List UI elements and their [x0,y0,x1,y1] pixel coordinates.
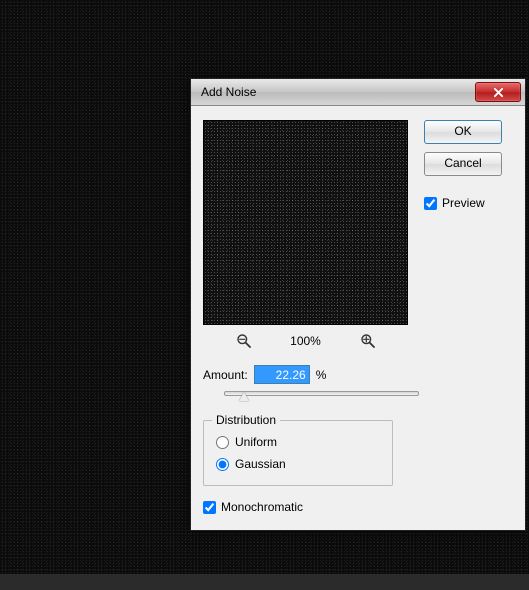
dialog-body: 100% OK Cancel Preview [191,106,525,530]
distribution-gaussian-row[interactable]: Gaussian [216,453,380,475]
zoom-in-icon [360,333,376,349]
zoom-level-label: 100% [286,334,326,348]
uniform-radio-label: Uniform [235,435,277,449]
gaussian-radio-label: Gaussian [235,457,286,471]
distribution-uniform-row[interactable]: Uniform [216,431,380,453]
add-noise-dialog: Add Noise 100% [190,78,526,531]
amount-slider[interactable] [224,388,419,406]
cancel-button[interactable]: Cancel [424,152,502,176]
amount-unit: % [316,368,327,382]
zoom-out-button[interactable] [236,333,252,349]
zoom-out-icon [236,333,252,349]
preview-checkbox-row[interactable]: Preview [424,196,502,210]
amount-input[interactable] [254,365,310,384]
slider-thumb[interactable] [239,392,249,401]
dialog-title: Add Noise [201,85,475,99]
noise-preview[interactable] [203,120,408,325]
preview-checkbox[interactable] [424,197,437,210]
zoom-in-button[interactable] [360,333,376,349]
dialog-titlebar[interactable]: Add Noise [191,79,525,106]
distribution-group: Distribution Uniform Gaussian [203,420,393,486]
slider-track [224,391,419,396]
ok-button[interactable]: OK [424,120,502,144]
gaussian-radio[interactable] [216,458,229,471]
monochromatic-row[interactable]: Monochromatic [203,500,513,514]
close-button[interactable] [475,82,521,102]
amount-label: Amount: [203,368,248,382]
uniform-radio[interactable] [216,436,229,449]
monochromatic-label: Monochromatic [221,500,303,514]
app-status-strip [0,574,529,590]
monochromatic-checkbox[interactable] [203,501,216,514]
preview-checkbox-label: Preview [442,196,485,210]
distribution-legend: Distribution [212,413,280,427]
close-icon [493,87,504,98]
